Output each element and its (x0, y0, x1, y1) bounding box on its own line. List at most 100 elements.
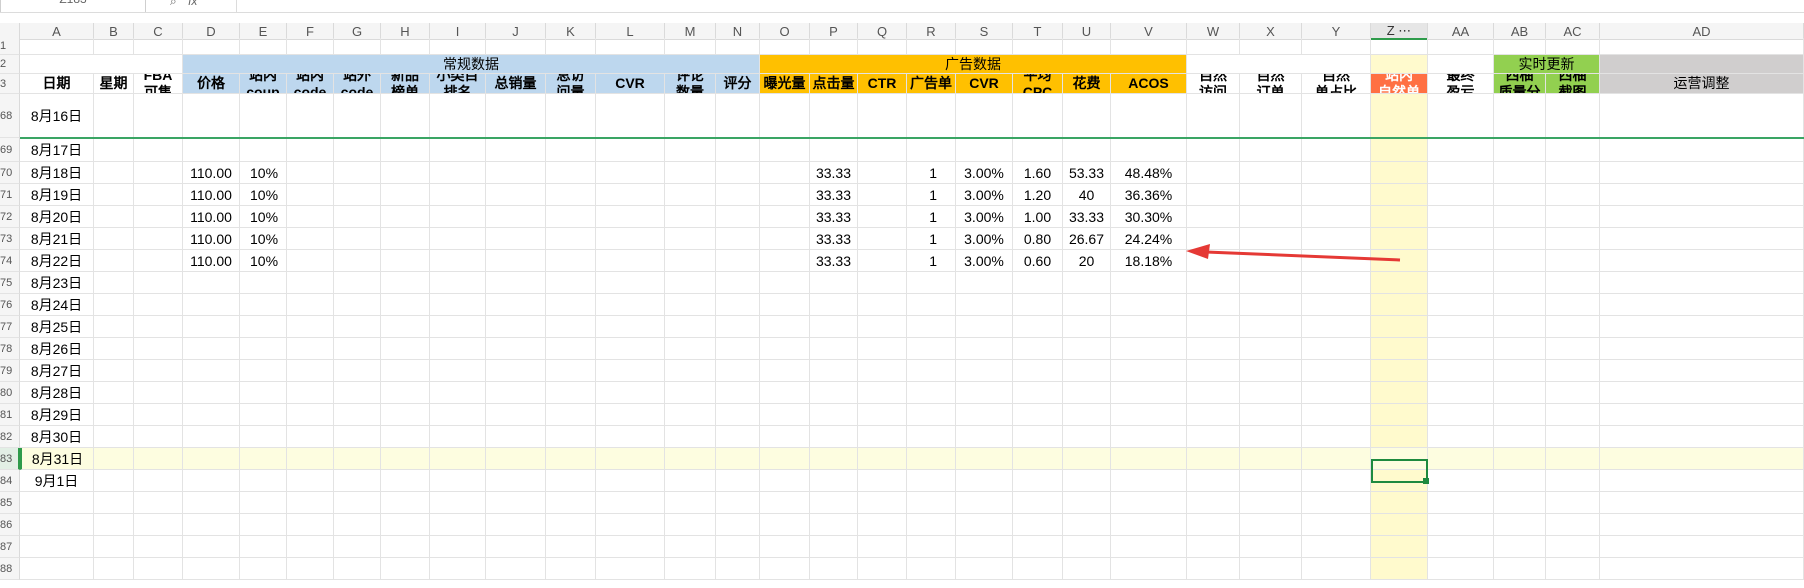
cell-AD71[interactable] (1600, 184, 1804, 206)
cell-R77[interactable] (907, 316, 956, 338)
cell-R68[interactable] (907, 94, 956, 138)
cell-F1[interactable] (287, 38, 334, 55)
cell-AD1[interactable] (1600, 38, 1804, 55)
cell-W78[interactable] (1187, 338, 1240, 360)
cell-O74[interactable] (760, 250, 810, 272)
cell-D83[interactable] (183, 448, 240, 470)
cell-E74[interactable]: 10% (240, 250, 287, 272)
cell-I79[interactable] (430, 360, 486, 382)
cell-K87[interactable] (546, 536, 596, 558)
cell-Q77[interactable] (858, 316, 907, 338)
cell-S69[interactable] (956, 138, 1013, 162)
cell-B83[interactable] (94, 448, 134, 470)
cell-R82[interactable] (907, 426, 956, 448)
cell-L77[interactable] (596, 316, 665, 338)
cell-S75[interactable] (956, 272, 1013, 294)
cell-AC83[interactable] (1546, 448, 1600, 470)
cell-AA71[interactable] (1428, 184, 1494, 206)
cell-Q80[interactable] (858, 382, 907, 404)
cell-X81[interactable] (1240, 404, 1302, 426)
cell-Q69[interactable] (858, 138, 907, 162)
cell-O73[interactable] (760, 228, 810, 250)
cell-J77[interactable] (486, 316, 546, 338)
cell-V88[interactable] (1111, 558, 1187, 580)
cell-S71[interactable]: 3.00% (956, 184, 1013, 206)
cell-AA83[interactable] (1428, 448, 1494, 470)
row-header-75[interactable]: 75 (0, 272, 20, 294)
cell-J83[interactable] (486, 448, 546, 470)
cell-D84[interactable] (183, 470, 240, 492)
cell-A86[interactable] (20, 514, 94, 536)
cell-S81[interactable] (956, 404, 1013, 426)
cell-B68[interactable] (94, 94, 134, 138)
cell-Q68[interactable] (858, 94, 907, 138)
cell-I75[interactable] (430, 272, 486, 294)
row-header-77[interactable]: 77 (0, 316, 20, 338)
cell-E83[interactable] (240, 448, 287, 470)
cell-B1[interactable] (94, 38, 134, 55)
cell-F68[interactable] (287, 94, 334, 138)
cell-F73[interactable] (287, 228, 334, 250)
cell-P76[interactable] (810, 294, 858, 316)
cell-O1[interactable] (760, 38, 810, 55)
cell-O70[interactable] (760, 162, 810, 184)
cell-H86[interactable] (381, 514, 430, 536)
cell-K82[interactable] (546, 426, 596, 448)
cell-R73[interactable]: 1 (907, 228, 956, 250)
cell-U70[interactable]: 53.33 (1063, 162, 1111, 184)
cell-L84[interactable] (596, 470, 665, 492)
cell-E68[interactable] (240, 94, 287, 138)
cell-H83[interactable] (381, 448, 430, 470)
row-header-84[interactable]: 84 (0, 470, 20, 492)
cell-J78[interactable] (486, 338, 546, 360)
cell-AA82[interactable] (1428, 426, 1494, 448)
cell-C75[interactable] (134, 272, 183, 294)
cell-V72[interactable]: 30.30% (1111, 206, 1187, 228)
cell-AD78[interactable] (1600, 338, 1804, 360)
cell-D88[interactable] (183, 558, 240, 580)
cell-O85[interactable] (760, 492, 810, 514)
cell-AD73[interactable] (1600, 228, 1804, 250)
cell-O82[interactable] (760, 426, 810, 448)
cell-F79[interactable] (287, 360, 334, 382)
cell-X87[interactable] (1240, 536, 1302, 558)
cell-F82[interactable] (287, 426, 334, 448)
cell-V75[interactable] (1111, 272, 1187, 294)
cell-Q81[interactable] (858, 404, 907, 426)
cell-R86[interactable] (907, 514, 956, 536)
cell-P83[interactable] (810, 448, 858, 470)
cell-M88[interactable] (665, 558, 716, 580)
cell-K86[interactable] (546, 514, 596, 536)
cell-AB69[interactable] (1494, 138, 1546, 162)
cell-E75[interactable] (240, 272, 287, 294)
cell-Z77[interactable] (1371, 316, 1428, 338)
cell-C86[interactable] (134, 514, 183, 536)
cell-G70[interactable] (334, 162, 381, 184)
cell-V70[interactable]: 48.48% (1111, 162, 1187, 184)
cell-H82[interactable] (381, 426, 430, 448)
cell-W87[interactable] (1187, 536, 1240, 558)
cell-J84[interactable] (486, 470, 546, 492)
cell-C80[interactable] (134, 382, 183, 404)
cell-R83[interactable] (907, 448, 956, 470)
cell-D86[interactable] (183, 514, 240, 536)
cell-H80[interactable] (381, 382, 430, 404)
cell-U88[interactable] (1063, 558, 1111, 580)
cell-V81[interactable] (1111, 404, 1187, 426)
cell-G76[interactable] (334, 294, 381, 316)
cell-M81[interactable] (665, 404, 716, 426)
cell-R1[interactable] (907, 38, 956, 55)
cell-N72[interactable] (716, 206, 760, 228)
cell-B81[interactable] (94, 404, 134, 426)
cell-E77[interactable] (240, 316, 287, 338)
cell-Y77[interactable] (1302, 316, 1371, 338)
cell-G83[interactable] (334, 448, 381, 470)
cell-I1[interactable] (430, 38, 486, 55)
cell-D85[interactable] (183, 492, 240, 514)
cell-T1[interactable] (1013, 38, 1063, 55)
cell-M85[interactable] (665, 492, 716, 514)
cell-AD81[interactable] (1600, 404, 1804, 426)
cell-V73[interactable]: 24.24% (1111, 228, 1187, 250)
cell-AD76[interactable] (1600, 294, 1804, 316)
cell-M77[interactable] (665, 316, 716, 338)
